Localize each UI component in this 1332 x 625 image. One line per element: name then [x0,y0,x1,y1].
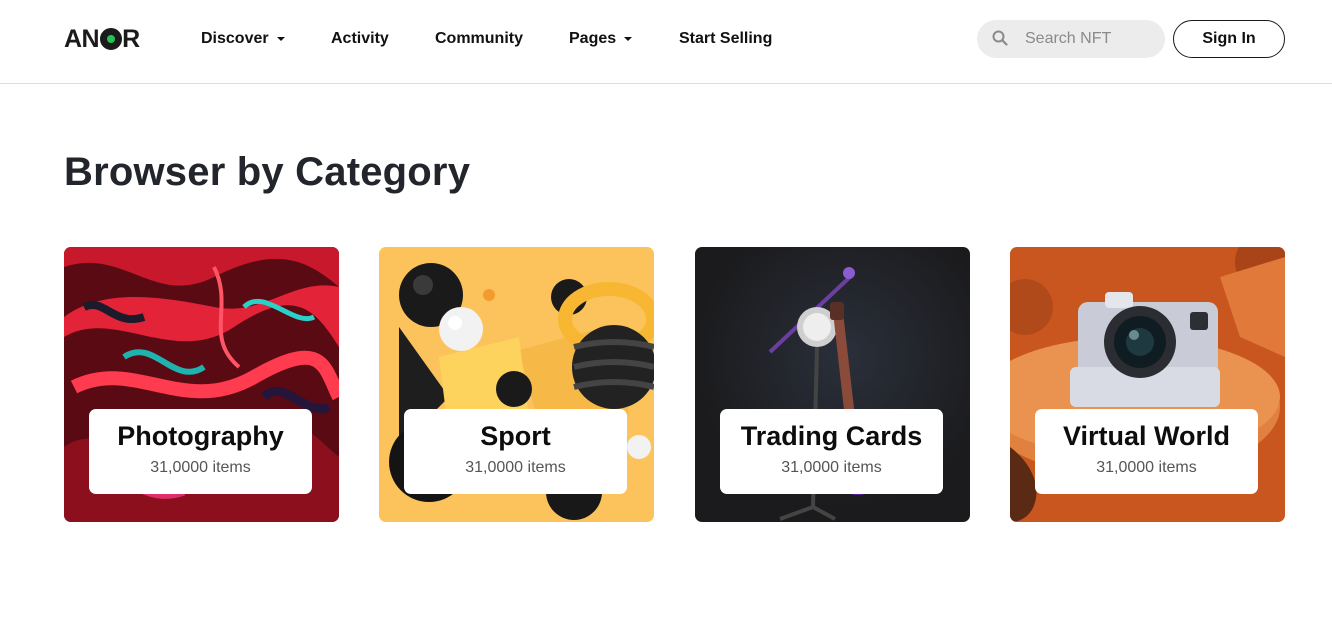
category-label: Sport 31,0000 items [404,409,627,494]
category-card-sport[interactable]: Sport 31,0000 items [379,247,654,522]
search-box[interactable] [977,20,1165,58]
category-count: 31,0000 items [1096,459,1197,476]
nav-item-discover-label: Discover [201,30,269,47]
category-name: Virtual World [1062,421,1231,451]
chevron-down-icon [276,37,285,41]
nav-item-pages[interactable]: Pages [569,28,633,50]
category-name: Trading Cards [740,421,923,451]
nav-item-start-selling[interactable]: Start Selling [679,28,772,50]
chevron-down-icon [624,37,633,41]
nav-item-community[interactable]: Community [435,28,523,50]
search-icon [992,30,1008,46]
search-input[interactable] [1025,29,1155,49]
category-count: 31,0000 items [781,459,882,476]
category-card-photography[interactable]: Photography 31,0000 items [64,247,339,522]
page-title: Browser by Category [64,150,471,194]
category-label: Virtual World 31,0000 items [1035,409,1258,494]
logo-text-left: AN [64,24,100,53]
brand-logo[interactable]: AN R [64,24,140,53]
category-card-virtual-world[interactable]: Virtual World 31,0000 items [1010,247,1285,522]
category-label: Trading Cards 31,0000 items [720,409,943,494]
category-name: Photography [117,421,284,451]
category-count: 31,0000 items [465,459,566,476]
nav-item-activity[interactable]: Activity [331,28,389,50]
top-navbar: AN R Discover Activity Community Pages St… [0,0,1332,84]
category-label: Photography 31,0000 items [89,409,312,494]
category-count: 31,0000 items [150,459,251,476]
category-name: Sport [480,421,551,451]
nav-item-activity-label: Activity [331,30,389,47]
nav-item-discover[interactable]: Discover [201,28,285,50]
nav-item-community-label: Community [435,30,523,47]
logo-text-right: R [122,24,140,53]
nav-item-start-selling-label: Start Selling [679,30,773,47]
category-card-trading-cards[interactable]: Trading Cards 31,0000 items [695,247,970,522]
logo-o-icon [100,28,123,50]
sign-in-button[interactable]: Sign In [1173,20,1285,58]
nav-item-pages-label: Pages [569,30,617,47]
